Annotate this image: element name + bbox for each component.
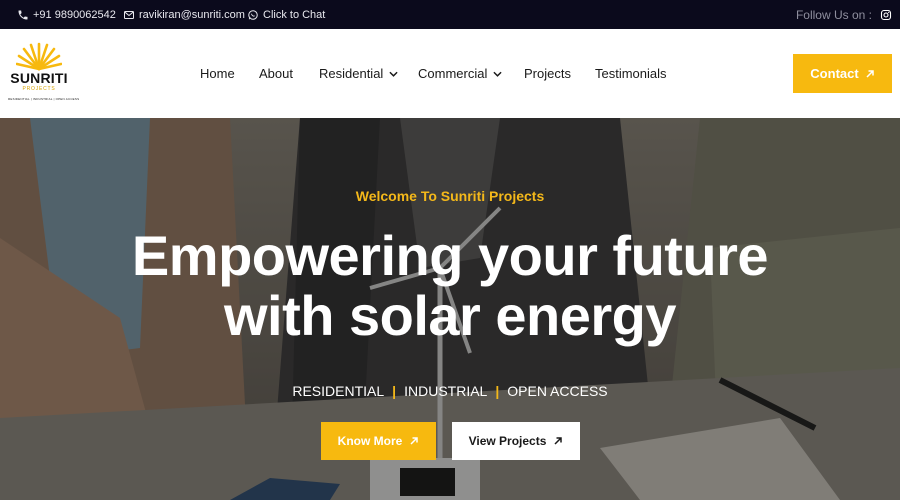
nav-projects-label: Projects	[524, 66, 571, 81]
phone-link[interactable]: +91 9890062542	[16, 8, 116, 21]
contact-button[interactable]: Contact	[793, 54, 892, 93]
email-link[interactable]: ravikiran@sunriti.com	[122, 8, 245, 21]
hero-content: Welcome To Sunriti Projects Empowering y…	[0, 118, 900, 500]
chat-label: Click to Chat	[263, 8, 326, 21]
chat-link[interactable]: Click to Chat	[246, 8, 325, 21]
know-more-button[interactable]: Know More	[321, 422, 436, 460]
sunriti-logo[interactable]: SUNRITI PROJECTS RESIDENTIAL | INDUSTRIA…	[8, 41, 80, 105]
nav-residential[interactable]: Residential	[319, 66, 398, 81]
arrow-up-right-icon	[554, 437, 563, 445]
segment-industrial: INDUSTRIAL	[404, 383, 488, 399]
site-header: SUNRITI PROJECTS RESIDENTIAL | INDUSTRIA…	[0, 29, 900, 118]
envelope-icon	[122, 8, 135, 21]
know-more-label: Know More	[337, 434, 403, 448]
chevron-down-icon	[493, 71, 502, 77]
sun-rays-icon	[16, 42, 62, 71]
view-projects-label: View Projects	[468, 434, 547, 448]
nav-commercial-label: Commercial	[418, 66, 488, 81]
logo-tagline: RESIDENTIAL | INDUSTRIAL | OPEN ACCESS	[8, 97, 80, 101]
nav-projects[interactable]: Projects	[524, 66, 571, 81]
arrow-up-right-icon	[866, 69, 874, 78]
hero-section: Welcome To Sunriti Projects Empowering y…	[0, 118, 900, 500]
hero-headline-line1: Empowering your future	[131, 224, 769, 287]
nav-about-label: About	[259, 66, 293, 81]
nav-home-label: Home	[200, 66, 235, 81]
phone-icon	[16, 8, 29, 21]
logo-brand: SUNRITI	[10, 70, 68, 86]
segment-separator: |	[495, 383, 500, 399]
segment-open-access: OPEN ACCESS	[507, 383, 608, 399]
segment-separator: |	[392, 383, 397, 399]
nav-about[interactable]: About	[259, 66, 293, 81]
contact-button-label: Contact	[810, 66, 859, 81]
top-bar: +91 9890062542 ravikiran@sunriti.com Cli…	[0, 0, 900, 29]
chevron-down-icon	[389, 71, 398, 77]
phone-number: +91 9890062542	[33, 8, 116, 21]
nav-residential-label: Residential	[319, 66, 384, 81]
nav-home[interactable]: Home	[200, 66, 235, 81]
view-projects-button[interactable]: View Projects	[452, 422, 580, 460]
arrow-up-right-icon	[410, 437, 419, 445]
hero-segments: RESIDENTIAL | INDUSTRIAL | OPEN ACCESS	[0, 383, 900, 399]
hero-welcome: Welcome To Sunriti Projects	[355, 188, 545, 204]
whatsapp-icon	[246, 8, 259, 21]
hero-headline-line2: with solar energy	[223, 284, 677, 347]
email-address: ravikiran@sunriti.com	[139, 8, 245, 21]
hero-headline: Empowering your future with solar energy	[0, 226, 900, 346]
instagram-icon[interactable]	[880, 9, 892, 21]
logo-sub: PROJECTS	[22, 86, 56, 92]
nav-testimonials[interactable]: Testimonials	[595, 66, 667, 81]
segment-residential: RESIDENTIAL	[292, 383, 385, 399]
nav-commercial[interactable]: Commercial	[418, 66, 502, 81]
follow-us-label: Follow Us on :	[795, 7, 872, 22]
nav-testimonials-label: Testimonials	[595, 66, 667, 81]
